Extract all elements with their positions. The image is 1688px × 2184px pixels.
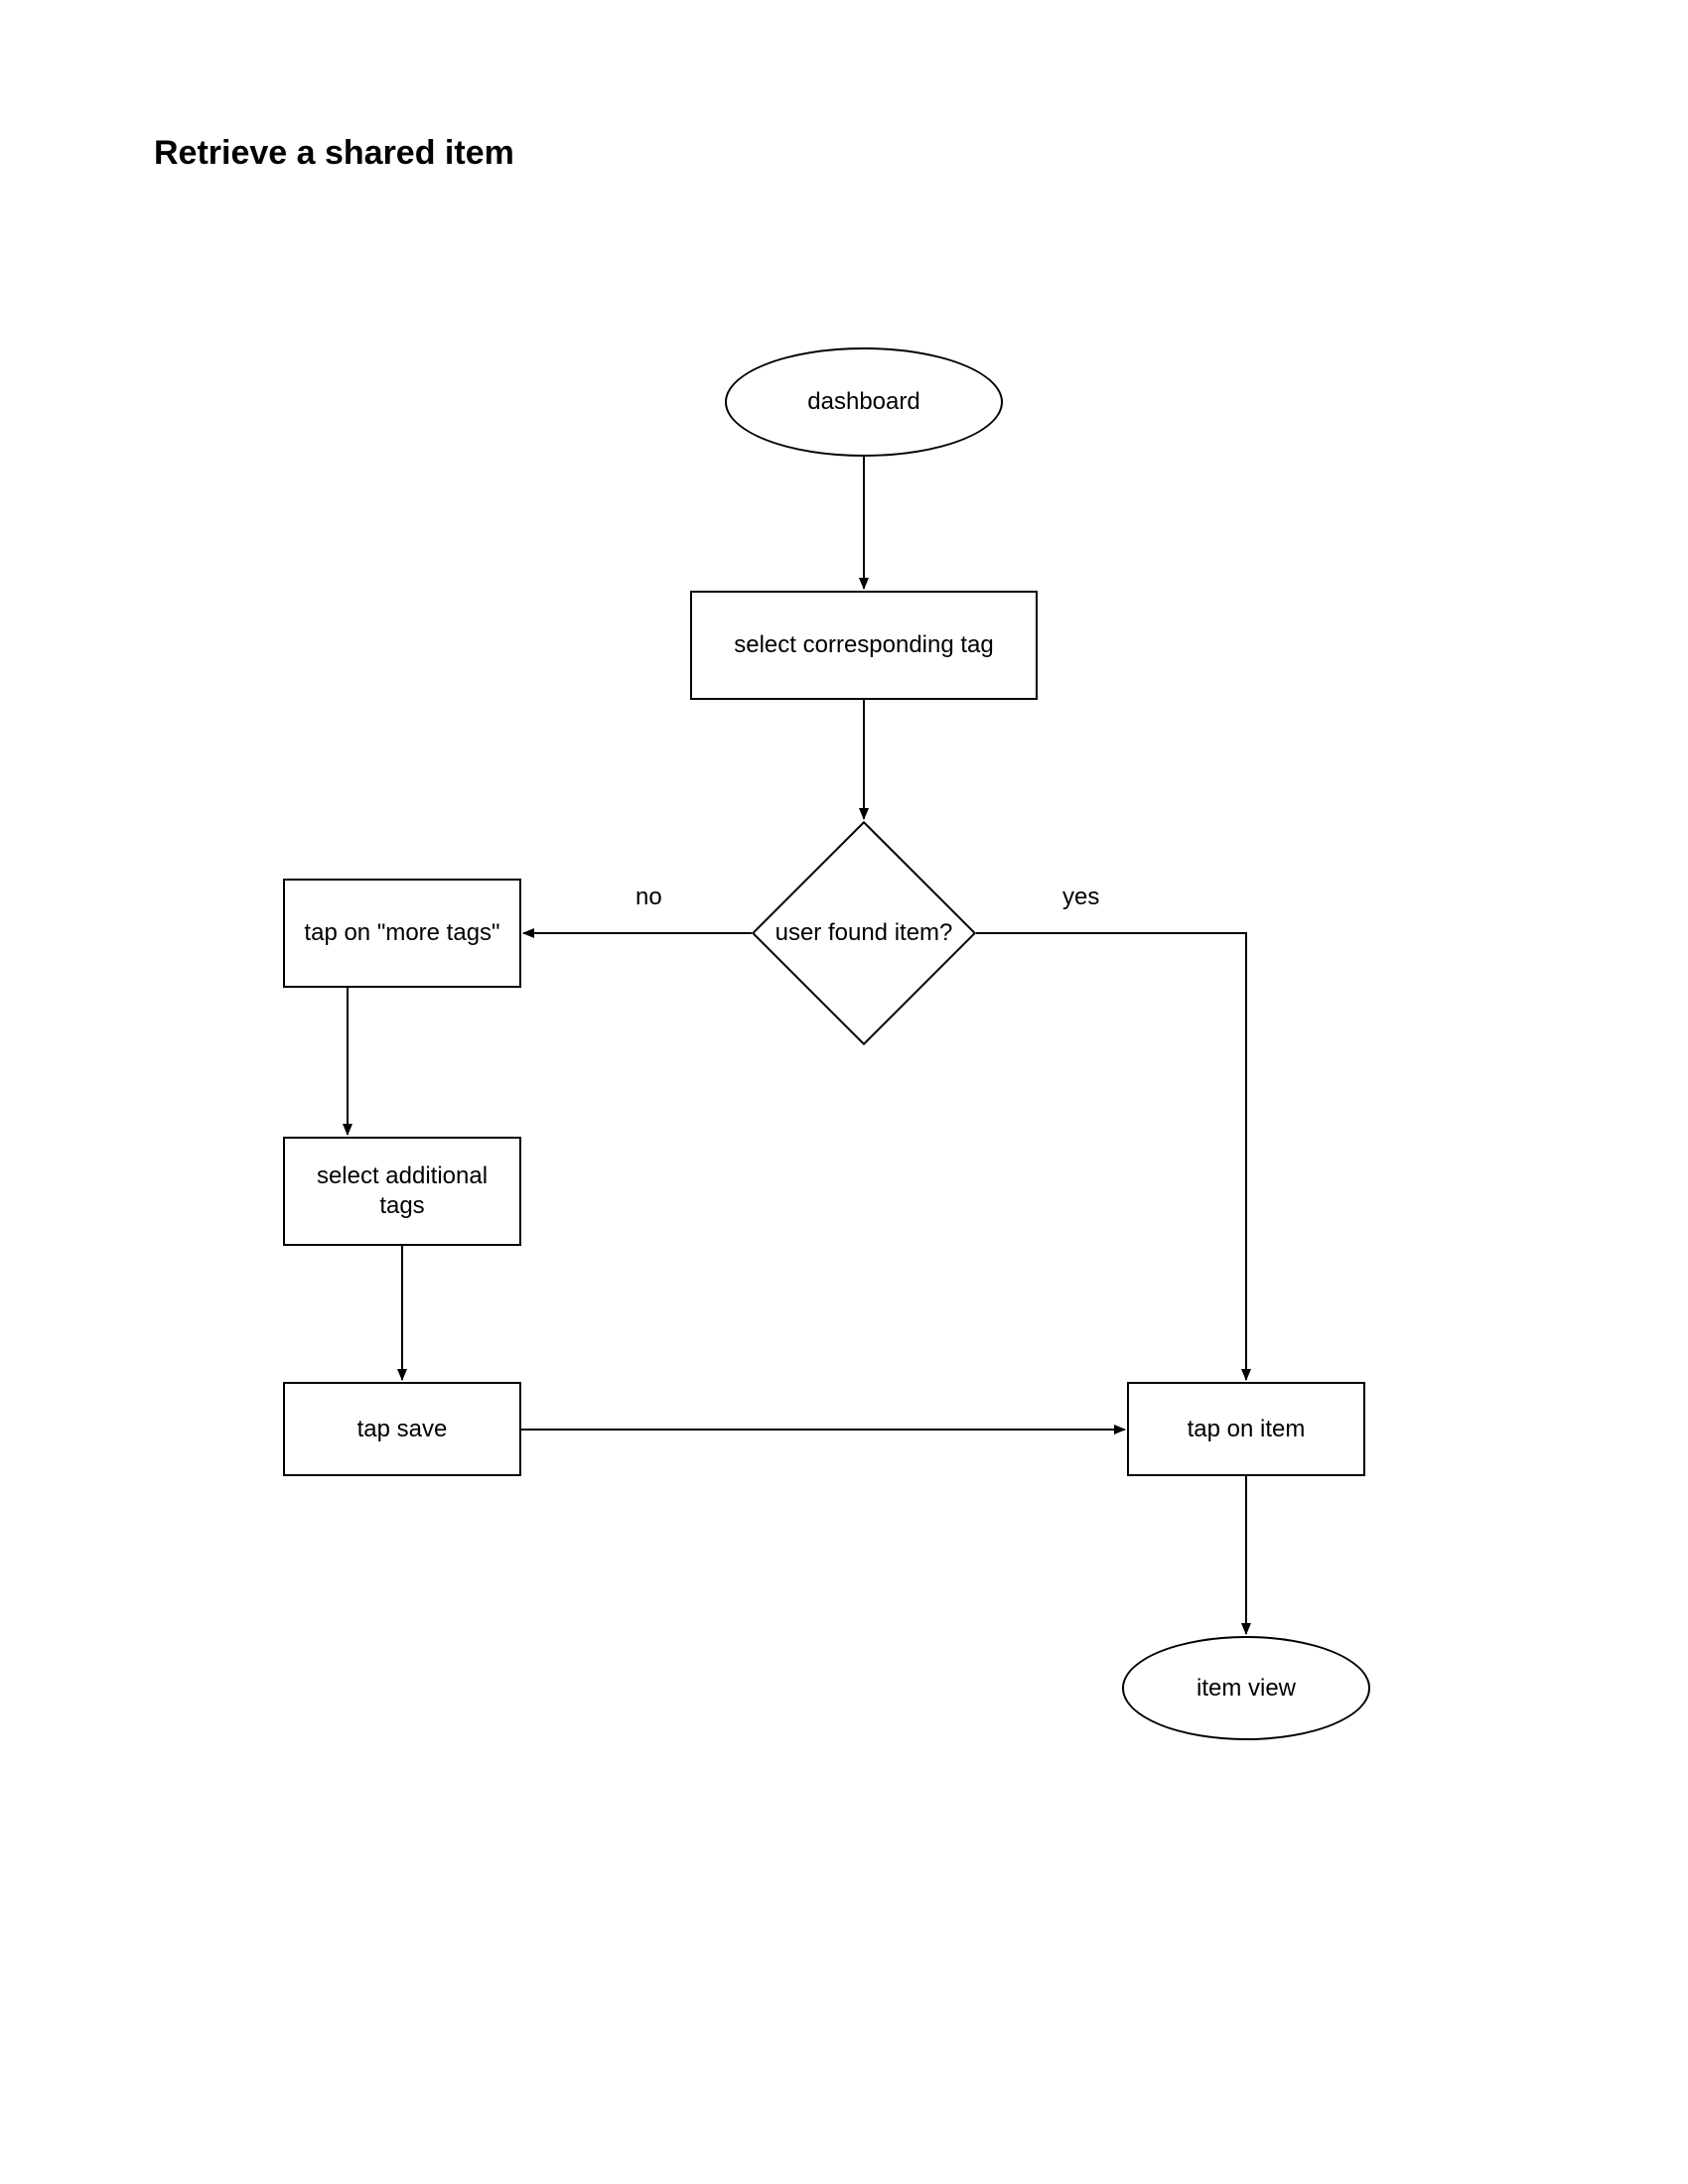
node-label: item view: [1196, 1674, 1296, 1704]
process-tap-save: tap save: [283, 1382, 521, 1476]
process-tap-item: tap on item: [1127, 1382, 1365, 1476]
node-label: user found item?: [774, 918, 953, 948]
process-additional-tags: select additional tags: [283, 1137, 521, 1246]
page-title: Retrieve a shared item: [154, 134, 514, 173]
node-label: tap save: [357, 1415, 448, 1444]
flowchart-page: Retrieve a shared item dashboard select …: [0, 0, 1688, 2184]
arrows-layer: [0, 0, 1688, 2184]
process-select-tag: select corresponding tag: [690, 591, 1038, 700]
node-label: tap on item: [1188, 1415, 1306, 1444]
node-label: dashboard: [807, 387, 919, 417]
edge-label-no: no: [635, 884, 662, 911]
terminator-item-view: item view: [1122, 1636, 1370, 1740]
node-label: select additional tags: [295, 1161, 509, 1221]
node-label: select corresponding tag: [734, 630, 994, 660]
process-more-tags: tap on "more tags": [283, 879, 521, 988]
terminator-dashboard: dashboard: [725, 347, 1003, 457]
decision-found-item: user found item?: [784, 854, 943, 1013]
node-label: tap on "more tags": [304, 918, 499, 948]
edge-label-yes: yes: [1062, 884, 1099, 911]
edge-decision-yes: [976, 933, 1246, 1380]
